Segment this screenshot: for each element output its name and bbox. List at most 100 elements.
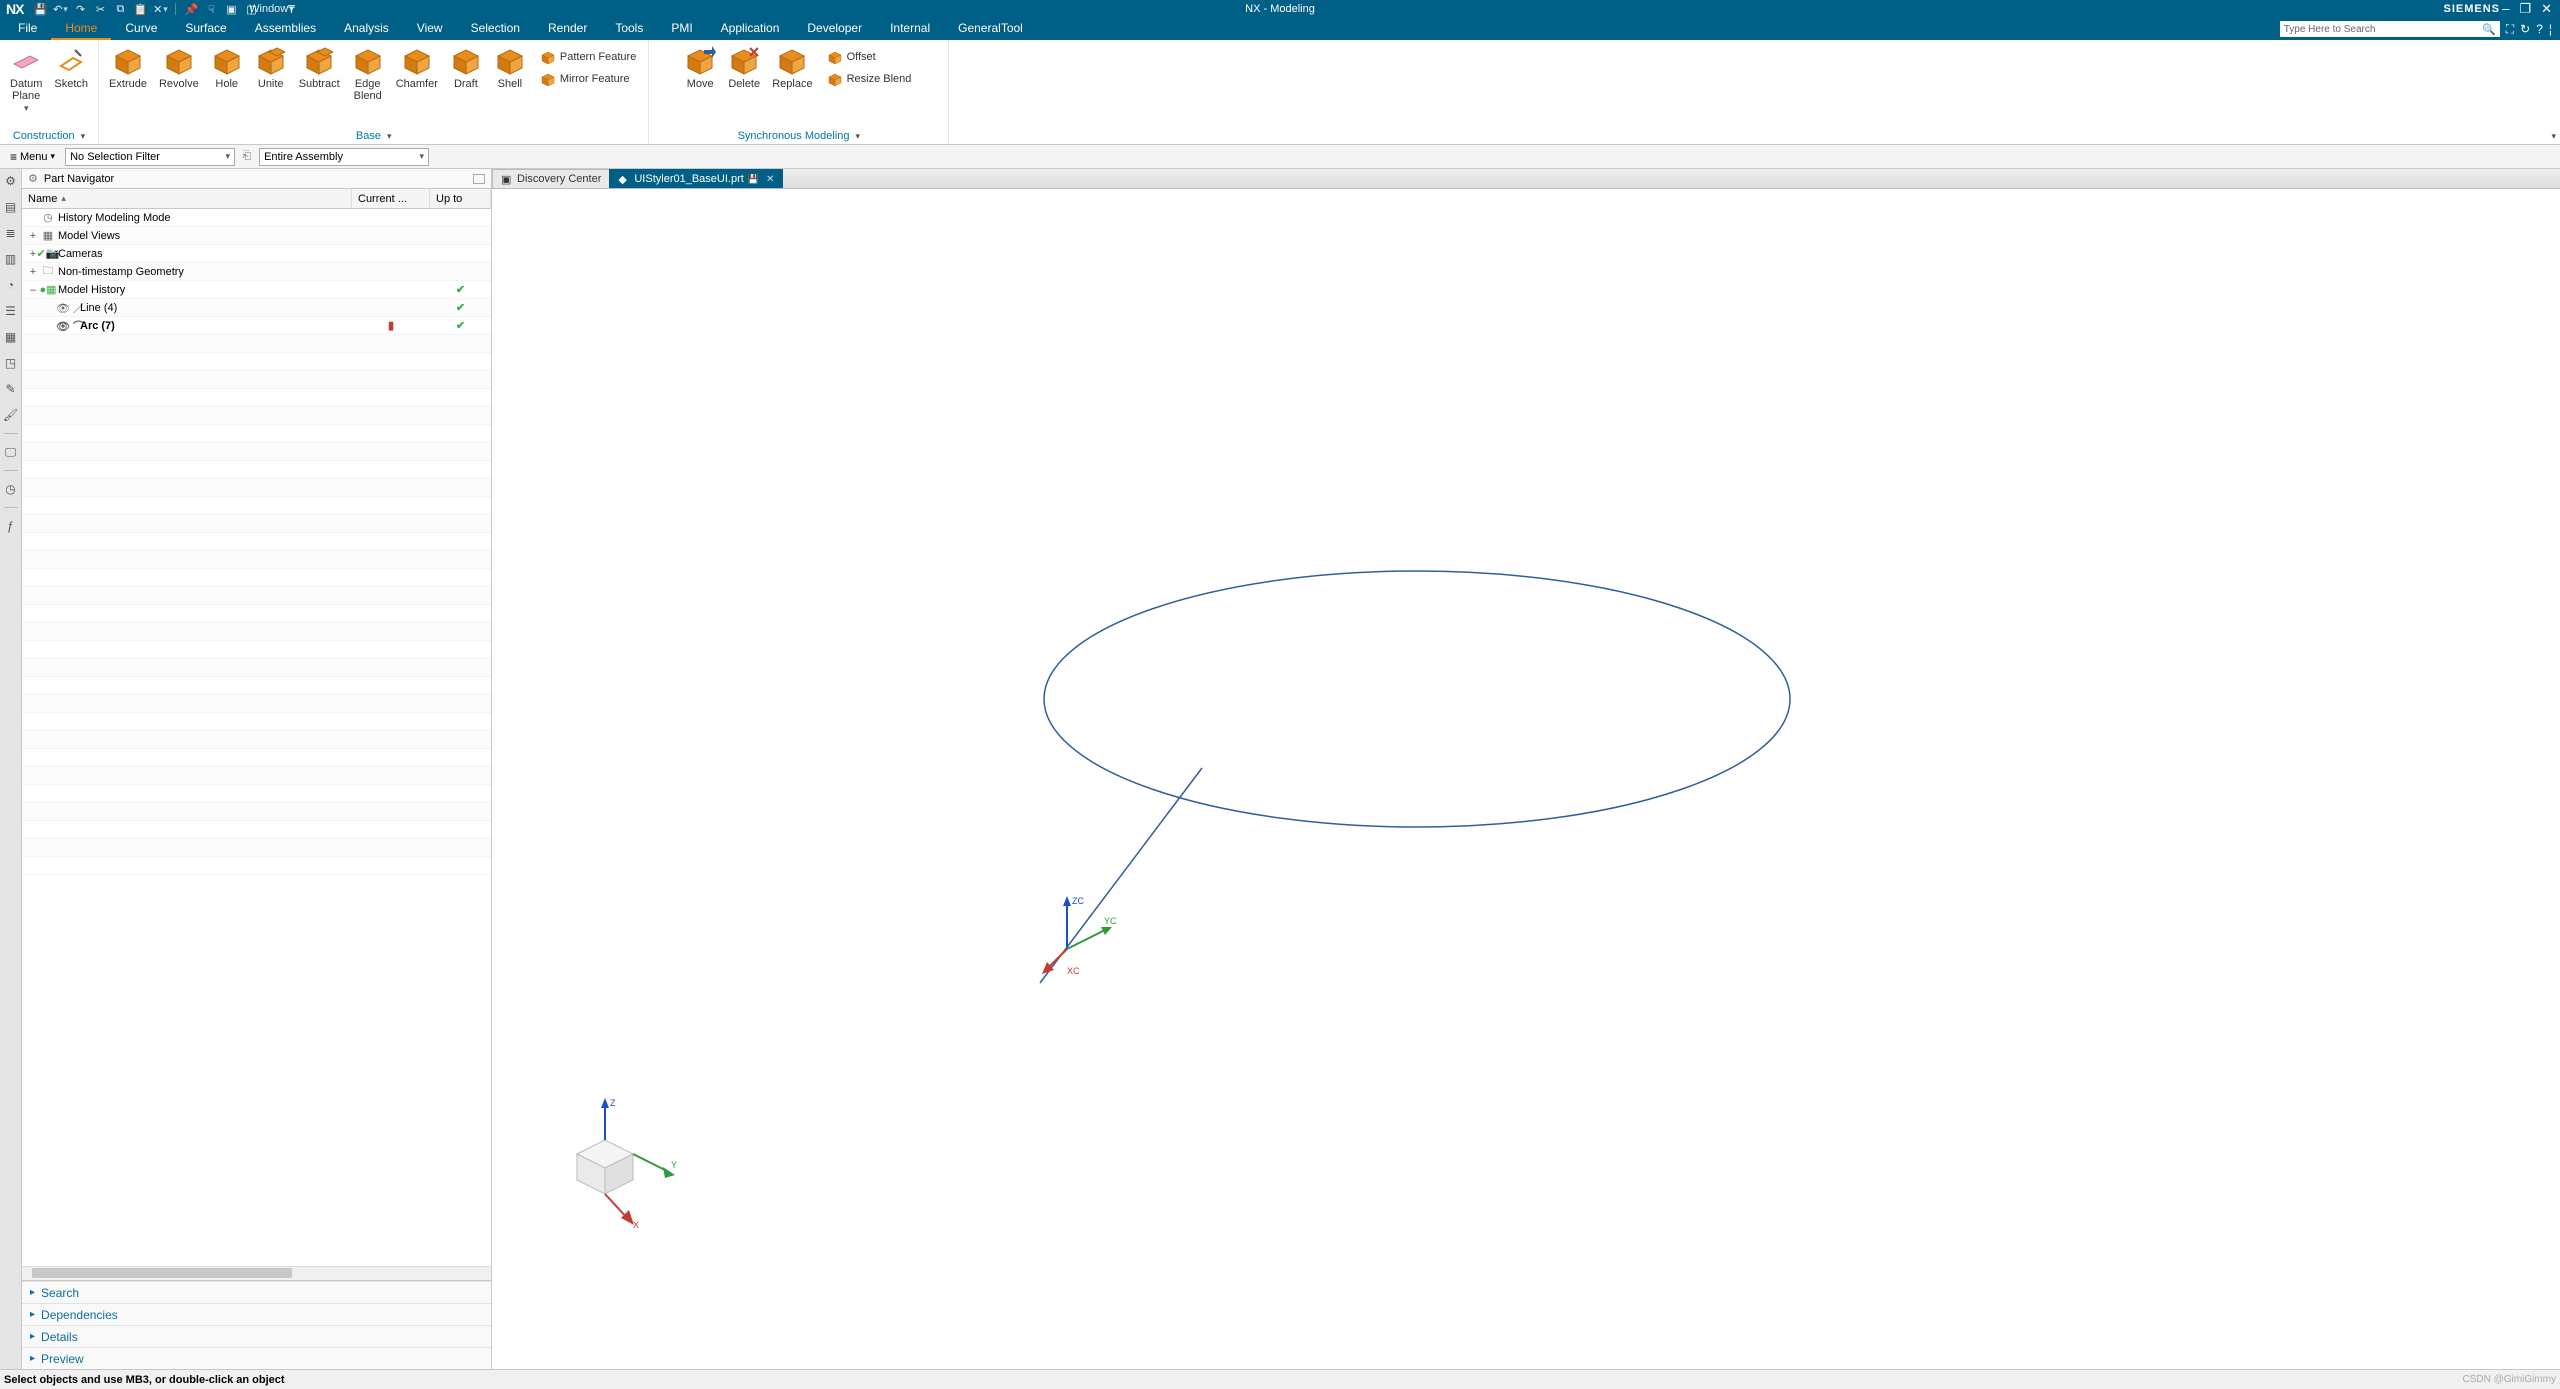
cut-icon[interactable]: ✂: [93, 2, 107, 16]
panel-dependencies[interactable]: Dependencies: [22, 1303, 491, 1325]
close-window-button[interactable]: ✕: [2541, 1, 2552, 17]
tab-generaltool[interactable]: GeneralTool: [944, 18, 1037, 40]
group-label-synchronous[interactable]: Synchronous Modeling: [738, 129, 860, 144]
expand-icon[interactable]: –: [28, 284, 38, 296]
fullscreen-icon[interactable]: ⛶: [2506, 22, 2514, 37]
sketch-button[interactable]: Sketch: [48, 42, 94, 92]
navigator-tree[interactable]: ◷History Modeling Mode+▦Model Views+✔📷Ca…: [22, 209, 491, 1266]
assembly-filter-combo[interactable]: Entire Assembly: [259, 148, 429, 166]
panel-preview[interactable]: Preview: [22, 1347, 491, 1369]
move-button[interactable]: Move: [678, 42, 722, 92]
extrude-button[interactable]: Extrude: [103, 42, 153, 92]
layers-icon[interactable]: ≣: [3, 225, 19, 241]
revolve-button[interactable]: Revolve: [153, 42, 205, 92]
graphics-canvas[interactable]: ZC YC XC Z Y: [492, 189, 2560, 1369]
replace-button[interactable]: Replace: [766, 42, 818, 92]
tab-analysis[interactable]: Analysis: [330, 18, 403, 40]
subtract-button[interactable]: Subtract: [293, 42, 346, 92]
grid-icon[interactable]: ▦: [3, 329, 19, 345]
close-x-icon[interactable]: ✕: [153, 2, 167, 16]
nav-icon[interactable]: ▤: [3, 199, 19, 215]
edge-blend-button[interactable]: Edge Blend: [346, 42, 390, 104]
resize-blend-button[interactable]: Resize Blend: [823, 70, 916, 88]
close-tab-icon[interactable]: ✕: [766, 174, 774, 185]
wcs-triad[interactable]: ZC YC XC: [1042, 896, 1117, 976]
tab-developer[interactable]: Developer: [793, 18, 876, 40]
maximize-button[interactable]: ❐: [2519, 1, 2531, 17]
playlist-icon[interactable]: ▥: [3, 251, 19, 267]
column-name[interactable]: Name: [22, 189, 352, 208]
tree-row[interactable]: +▦Model Views: [22, 227, 491, 245]
panel-search[interactable]: Search: [22, 1281, 491, 1303]
selection-filter-combo[interactable]: No Selection Filter: [65, 148, 235, 166]
paint-icon[interactable]: 🖌: [3, 407, 19, 423]
paste-icon[interactable]: 📋: [133, 2, 147, 16]
window-menu[interactable]: Window: [264, 2, 278, 16]
column-upto[interactable]: Up to: [430, 189, 491, 208]
expand-icon[interactable]: +: [28, 230, 38, 242]
pattern-feature-button[interactable]: Pattern Feature: [536, 48, 640, 66]
tab-curve[interactable]: Curve: [111, 18, 171, 40]
gear-icon[interactable]: ⚙: [3, 173, 19, 189]
chamfer-button[interactable]: Chamfer: [390, 42, 444, 92]
draft-button[interactable]: Draft: [444, 42, 488, 92]
tab-file[interactable]: File: [4, 18, 51, 40]
undo-icon[interactable]: ↶: [53, 2, 67, 16]
shell-button[interactable]: Shell: [488, 42, 532, 92]
pin-placeholder-icon[interactable]: ⚙: [28, 172, 38, 185]
monitor-icon[interactable]: 🖵: [3, 444, 19, 460]
minimize-button[interactable]: –: [2502, 1, 2509, 17]
tab-surface[interactable]: Surface: [171, 18, 240, 40]
touch-icon[interactable]: ☟: [204, 2, 218, 16]
clip-icon[interactable]: ◳: [3, 355, 19, 371]
mirror-feature-button[interactable]: Mirror Feature: [536, 70, 640, 88]
tab-assemblies[interactable]: Assemblies: [241, 18, 330, 40]
delete-button[interactable]: Delete: [722, 42, 766, 92]
offset-button[interactable]: Offset: [823, 48, 916, 66]
qat-overflow-icon[interactable]: ₸: [284, 2, 298, 16]
tab-selection[interactable]: Selection: [457, 18, 534, 40]
tab-render[interactable]: Render: [534, 18, 601, 40]
scrollbar-thumb[interactable]: [32, 1268, 292, 1278]
doc-tab-discovery[interactable]: ▣Discovery Center: [492, 169, 610, 188]
tree-row[interactable]: 👁 ／Line (4)✔: [22, 299, 491, 317]
tree-row[interactable]: 👁 ⌒Arc (7)▮✔: [22, 317, 491, 335]
unite-button[interactable]: Unite: [249, 42, 293, 92]
layout1-icon[interactable]: ▣: [224, 2, 238, 16]
tab-internal[interactable]: Internal: [876, 18, 944, 40]
doc-tab-file[interactable]: ◆UIStyler01_BaseUI.prt💾✕: [609, 169, 783, 188]
tree-icon[interactable]: ☰: [3, 303, 19, 319]
arc-feature[interactable]: [1044, 571, 1790, 827]
pin-navigator-icon[interactable]: [473, 174, 485, 184]
tab-application[interactable]: Application: [707, 18, 794, 40]
recent-icon[interactable]: ↻: [2520, 22, 2530, 36]
tab-view[interactable]: View: [403, 18, 457, 40]
ham-menu-icon[interactable]: ¦: [2549, 22, 2552, 36]
tree-row[interactable]: +✔📷Cameras: [22, 245, 491, 263]
view-triad[interactable]: Z Y X: [577, 1098, 677, 1230]
tree-row[interactable]: +🗀Non-timestamp Geometry: [22, 263, 491, 281]
help-icon[interactable]: ?: [2536, 22, 2543, 36]
var-icon[interactable]: ƒ: [3, 518, 19, 534]
column-current[interactable]: Current ...: [352, 189, 430, 208]
command-search-input[interactable]: Type Here to Search 🔍: [2280, 21, 2500, 37]
tab-home[interactable]: Home: [51, 18, 111, 40]
tree-row[interactable]: ◷History Modeling Mode: [22, 209, 491, 227]
save-icon[interactable]: 💾: [33, 2, 47, 16]
panel-details[interactable]: Details: [22, 1325, 491, 1347]
picker-icon[interactable]: ✎: [3, 381, 19, 397]
history-icon[interactable]: ◔: [3, 277, 19, 293]
tab-tools[interactable]: Tools: [601, 18, 657, 40]
navigator-hscrollbar[interactable]: [22, 1266, 491, 1280]
datum-plane-button[interactable]: Datum Plane: [4, 42, 48, 116]
group-label-construction[interactable]: Construction: [13, 129, 85, 144]
tab-pmi[interactable]: PMI: [657, 18, 706, 40]
pin-icon[interactable]: 📌: [184, 2, 198, 16]
tree-row[interactable]: –●▦Model History✔: [22, 281, 491, 299]
group-label-base[interactable]: Base: [356, 129, 392, 144]
menu-button[interactable]: Menu: [4, 148, 61, 166]
hole-button[interactable]: Hole: [205, 42, 249, 92]
copy-icon[interactable]: ⧉: [113, 2, 127, 16]
redo-icon[interactable]: ↷: [73, 2, 87, 16]
ribbon-overflow-icon[interactable]: ▾: [2551, 131, 2556, 142]
